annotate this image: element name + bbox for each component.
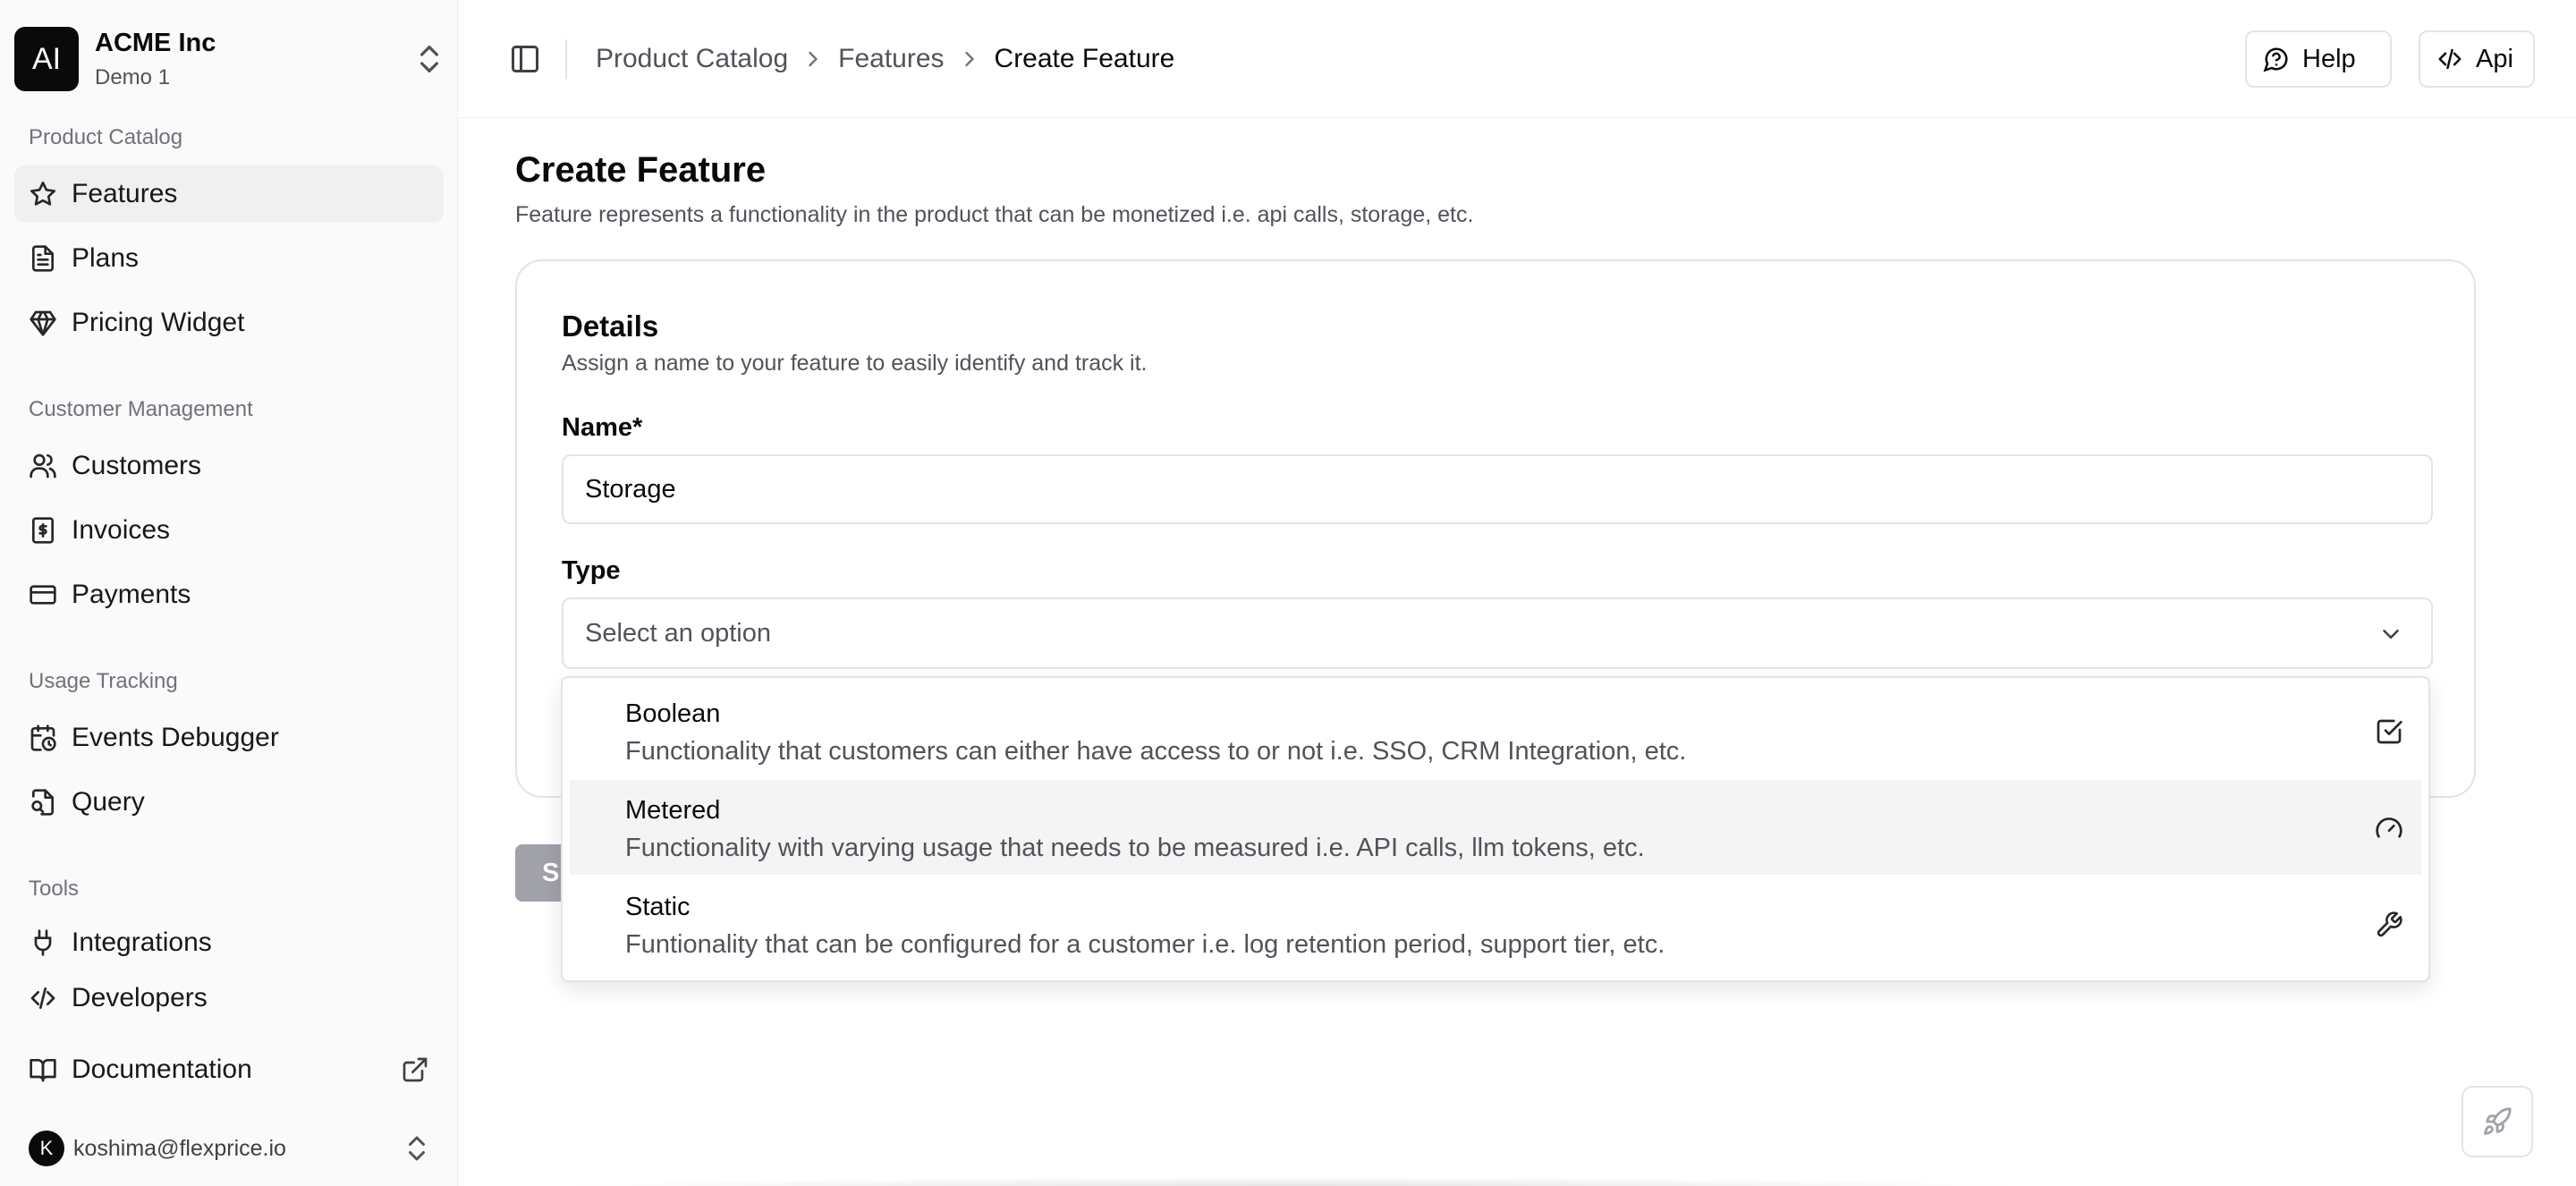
sidebar-item-customers[interactable]: Customers xyxy=(14,437,444,495)
panel-left-icon[interactable] xyxy=(509,43,541,75)
type-option-boolean[interactable]: Boolean Functionality that customers can… xyxy=(570,683,2421,778)
file-search-icon xyxy=(29,788,57,817)
gem-icon xyxy=(29,309,57,337)
user-menu[interactable]: K koshima@flexprice.io xyxy=(14,1125,444,1172)
wrench-icon xyxy=(2375,911,2403,939)
details-title: Details xyxy=(562,309,659,343)
sidebar-item-label: Query xyxy=(72,787,145,817)
sidebar-item-invoices[interactable]: Invoices xyxy=(14,502,444,559)
star-icon xyxy=(29,180,57,208)
section-label-customer-management: Customer Management xyxy=(29,397,253,421)
sidebar-item-label: Documentation xyxy=(72,1055,252,1084)
org-avatar: AI xyxy=(14,27,79,91)
breadcrumb-create-feature: Create Feature xyxy=(994,44,1175,73)
type-option-metered[interactable]: Metered Functionality with varying usage… xyxy=(570,780,2421,875)
chevron-right-icon xyxy=(957,47,982,72)
option-description: Functionality that customers can either … xyxy=(625,737,1687,766)
sidebar-item-query[interactable]: Query xyxy=(14,774,444,831)
org-info: ACME Inc Demo 1 xyxy=(95,29,411,90)
file-icon xyxy=(29,244,57,273)
option-title: Boolean xyxy=(625,699,721,728)
breadcrumb-features[interactable]: Features xyxy=(838,44,944,74)
page-subtitle: Feature represents a functionality in th… xyxy=(515,202,1474,227)
type-option-static[interactable]: Static Funtionality that can be configur… xyxy=(570,877,2421,971)
breadcrumb: Product Catalog Features Create Feature xyxy=(596,39,1174,79)
external-link-icon xyxy=(401,1055,429,1084)
credit-card-icon xyxy=(29,580,57,609)
name-field-label: Name* xyxy=(562,413,643,442)
rocket-icon xyxy=(2482,1106,2512,1137)
sidebar-item-developers[interactable]: Developers xyxy=(14,970,444,1027)
sidebar-item-features[interactable]: Features xyxy=(14,165,444,223)
help-button-label: Help xyxy=(2302,44,2356,73)
save-button-label: S xyxy=(542,858,560,887)
type-select[interactable]: Select an option xyxy=(562,597,2433,669)
sidebar-item-label: Developers xyxy=(72,983,208,1012)
sidebar-item-label: Features xyxy=(72,179,178,208)
section-label-tools: Tools xyxy=(29,877,80,901)
chevrons-up-down-icon xyxy=(401,1132,433,1165)
page-title: Create Feature xyxy=(515,150,767,190)
sidebar: AI ACME Inc Demo 1 Product Catalog Featu… xyxy=(0,0,458,1186)
message-circle-question-icon xyxy=(2263,46,2290,72)
plug-icon xyxy=(29,928,57,957)
org-switcher[interactable]: AI ACME Inc Demo 1 xyxy=(14,27,447,91)
code-icon xyxy=(2436,46,2463,72)
sidebar-item-label: Events Debugger xyxy=(72,723,279,752)
calendar-clock-icon xyxy=(29,724,57,752)
sidebar-item-label: Customers xyxy=(72,451,202,480)
square-check-icon xyxy=(2375,717,2403,746)
name-field[interactable] xyxy=(562,454,2433,524)
api-button-label: Api xyxy=(2476,44,2513,73)
section-label-product-catalog: Product Catalog xyxy=(29,125,183,149)
users-icon xyxy=(29,452,57,480)
chevrons-up-down-icon xyxy=(411,41,447,77)
sidebar-item-documentation[interactable]: Documentation xyxy=(14,1041,444,1098)
api-button[interactable]: Api xyxy=(2419,30,2535,88)
avatar: K xyxy=(29,1131,64,1166)
sidebar-item-label: Integrations xyxy=(72,928,212,957)
help-button[interactable]: Help xyxy=(2245,30,2392,88)
bottom-edge-shadow xyxy=(555,1177,2030,1186)
chevron-right-icon xyxy=(801,47,826,72)
sidebar-item-payments[interactable]: Payments xyxy=(14,566,444,623)
launch-button[interactable] xyxy=(2462,1086,2533,1157)
type-field-label: Type xyxy=(562,556,621,585)
type-options-dropdown: Boolean Functionality that customers can… xyxy=(561,676,2430,982)
top-bar: Product Catalog Features Create Feature … xyxy=(459,0,2576,118)
option-description: Functionality with varying usage that ne… xyxy=(625,834,1645,862)
receipt-dollar-icon xyxy=(29,516,57,545)
gauge-icon xyxy=(2375,814,2403,843)
sidebar-item-label: Invoices xyxy=(72,515,171,545)
breadcrumb-product-catalog[interactable]: Product Catalog xyxy=(596,44,788,74)
sidebar-item-label: Pricing Widget xyxy=(72,308,245,337)
sidebar-item-integrations[interactable]: Integrations xyxy=(14,916,444,970)
org-name: ACME Inc xyxy=(95,28,216,57)
option-description: Funtionality that can be configured for … xyxy=(625,930,1665,959)
chevron-down-icon xyxy=(2377,621,2404,648)
sidebar-item-label: Plans xyxy=(72,243,140,273)
section-label-usage-tracking: Usage Tracking xyxy=(29,669,178,693)
option-title: Static xyxy=(625,893,691,921)
sidebar-item-plans[interactable]: Plans xyxy=(14,230,444,287)
header-divider xyxy=(565,39,567,79)
org-environment: Demo 1 xyxy=(95,64,171,89)
sidebar-item-pricing-widget[interactable]: Pricing Widget xyxy=(14,294,444,352)
book-open-icon xyxy=(29,1055,57,1084)
sidebar-item-label: Payments xyxy=(72,580,191,609)
option-title: Metered xyxy=(625,796,721,825)
code-icon xyxy=(29,984,57,1012)
sidebar-item-events-debugger[interactable]: Events Debugger xyxy=(14,709,444,767)
user-email: koshima@flexprice.io xyxy=(73,1135,286,1161)
type-select-placeholder: Select an option xyxy=(585,618,771,648)
details-subtitle: Assign a name to your feature to easily … xyxy=(562,351,1148,376)
